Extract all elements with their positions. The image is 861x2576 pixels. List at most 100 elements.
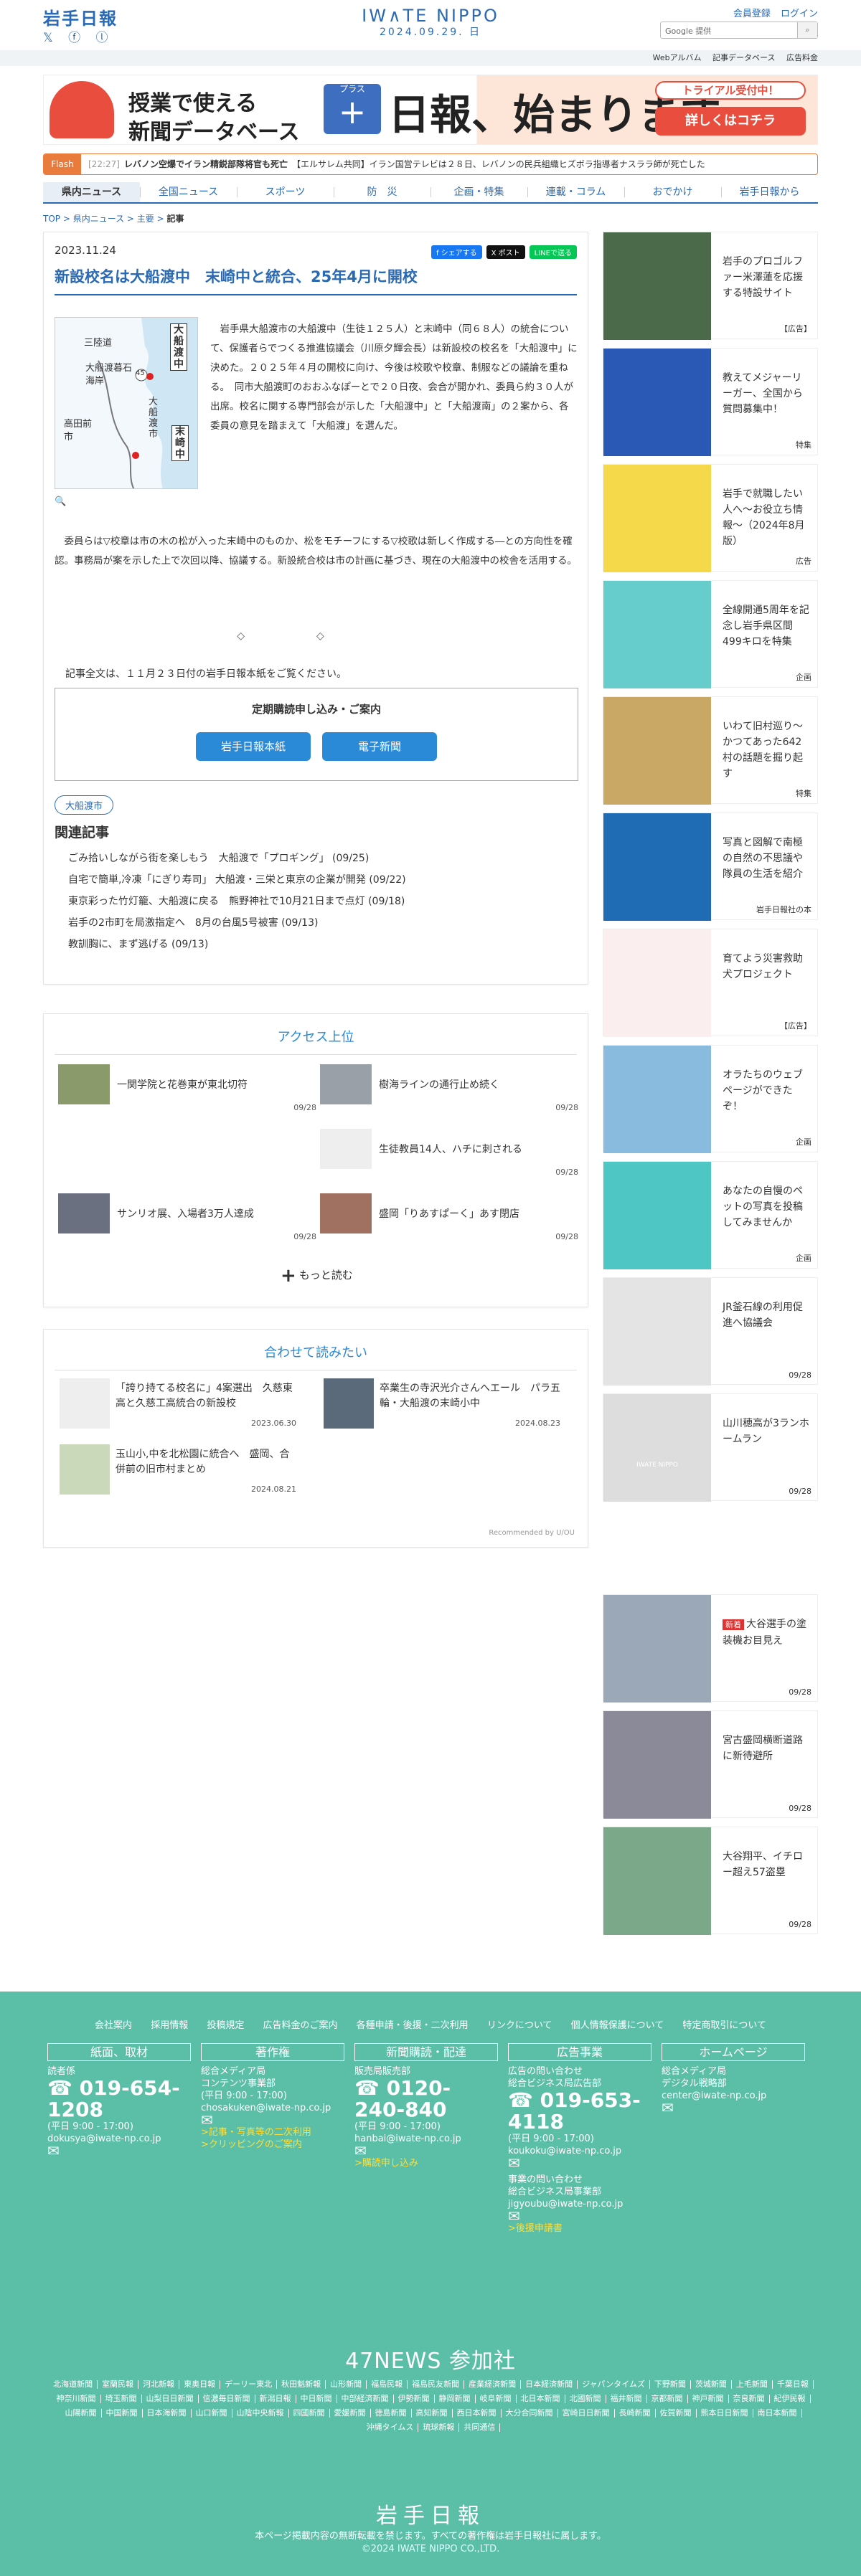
related-item[interactable]: 岩手の2市町を局激指定へ 8月の台風5号被害 (09/13) [68,912,406,934]
member-paper-link[interactable]: 長崎新聞 [615,2409,656,2418]
member-paper-link[interactable]: 室蘭民報 [98,2380,139,2389]
ranking-item[interactable]: サンリオ展、入場者3万人達成 09/28 [58,1193,316,1244]
sidebar-item[interactable]: 育てよう災害救助犬プロジェクト 【広告】 [603,929,818,1037]
email-link[interactable]: koukoku@iwate-np.co.jp [508,2145,651,2157]
member-paper-link[interactable]: 中国新聞 [102,2409,143,2418]
article-map[interactable]: 三陸道 大船渡暮石海岸 大船渡市 高田前市 大船渡中 末崎中 45 [55,317,198,489]
sidebar-item[interactable]: 宮古盛岡横断道路に新待避所 09/28 [603,1710,818,1819]
ranking-item[interactable]: 一関学院と花巻東が東北切符 09/28 [58,1064,316,1114]
nav-sports[interactable]: スポーツ [237,182,334,202]
sidebar-item[interactable]: 岩手で就職したい人へ〜お役立ち情報〜（2024年8月版） 広告 [603,464,818,572]
email-link[interactable]: jigyoubu@iwate-np.co.jp [508,2198,651,2210]
member-paper-link[interactable]: デーリー東北 [220,2380,278,2389]
nav-columns[interactable]: 連載・コラム [527,182,624,202]
footer-logo[interactable]: 岩手日報 [0,2498,861,2529]
email-link[interactable]: hanbai@iwate-np.co.jp [354,2133,498,2145]
member-paper-link[interactable]: 紀伊民報 [770,2395,811,2403]
member-paper-link[interactable]: 山陰中央新報 [232,2409,289,2418]
member-paper-link[interactable]: 共同通信 [459,2423,501,2432]
member-paper-link[interactable]: 山陽新聞 [61,2409,102,2418]
sidebar-item[interactable]: 大谷翔平、イチロー超え57盗塁 09/28 [603,1827,818,1935]
sidebar-item[interactable]: 岩手のプロゴルファー米澤蓮を応援する特設サイト 【広告】 [603,232,818,340]
member-paper-link[interactable]: 北國新聞 [565,2395,606,2403]
member-paper-link[interactable]: 四國新聞 [289,2409,330,2418]
member-paper-link[interactable]: 中日新聞 [296,2395,337,2403]
member-paper-link[interactable]: 神戸新聞 [688,2395,729,2403]
related-item[interactable]: 東京彩った竹灯籠、大船渡に戻る 熊野神社で10月21日まで点灯 (09/18) [68,891,406,912]
member-paper-link[interactable]: 神奈川新聞 [52,2395,101,2403]
member-paper-link[interactable]: ジャパンタイムズ [578,2380,650,2389]
subscribe-link[interactable]: >購読申し込み [354,2157,498,2169]
sidebar-item[interactable]: 全線開通5周年を記念し岩手県区間499キロを特集 企画 [603,580,818,688]
social-icons[interactable]: 𝕏 ⓕ ⓛ [43,27,114,45]
member-paper-link[interactable]: 愛媛新聞 [330,2409,371,2418]
related-item[interactable]: 教訓胸に、まず逃げる (09/13) [68,934,406,955]
crumb-main[interactable]: 主要 [137,214,154,224]
flash-news[interactable]: Flash [22:27] レバノン空爆でイラン精鋭部隊将官も死亡 【エルサレム共… [43,153,818,175]
member-paper-link[interactable]: 福井新聞 [606,2395,647,2403]
member-paper-link[interactable]: 千葉日報 [773,2380,814,2389]
member-paper-link[interactable]: 西日本新聞 [453,2409,502,2418]
member-paper-link[interactable]: 秋田魁新報 [277,2380,326,2389]
read-more-button[interactable]: + もっと読む [281,1265,353,1287]
sponsor-form-link[interactable]: >後援申請書 [508,2222,651,2235]
email-link[interactable]: dokusya@iwate-np.co.jp [47,2133,191,2145]
email-link[interactable]: center@iwate-np.co.jp [662,2090,805,2102]
member-paper-link[interactable]: 日本海新聞 [143,2409,192,2418]
footer-link[interactable]: 採用情報 [151,2020,188,2031]
sidebar-item[interactable]: いわて旧村巡り〜かつてあった642村の話題を掘り起す 特集 [603,696,818,805]
member-paper-link[interactable]: 沖縄タイムス [362,2423,419,2432]
phone-number[interactable]: ☎ 0120-240-840 [354,2078,498,2121]
digital-subscribe-button[interactable]: 電子新聞 [322,732,437,761]
member-paper-link[interactable]: 日本経済新聞 [521,2380,578,2389]
member-paper-link[interactable]: 徳島新聞 [371,2409,412,2418]
member-paper-link[interactable]: 産業経済新聞 [464,2380,522,2389]
related-item[interactable]: 自宅で簡単,冷凍「にぎり寿司」 大船渡・三栄と東京の企業が開発 (09/22) [68,869,406,891]
member-paper-link[interactable]: 中部経済新聞 [337,2395,394,2403]
member-paper-link[interactable]: 山形新聞 [326,2380,367,2389]
member-paper-link[interactable]: 新潟日報 [255,2395,296,2403]
crumb-top[interactable]: TOP [43,214,60,224]
reuse-link[interactable]: >記事・写真等の二次利用 [201,2126,344,2139]
footer-link[interactable]: 個人情報保護について [571,2020,664,2031]
nav-outing[interactable]: おでかけ [624,182,721,202]
sidebar-item[interactable]: 教えてメジャーリーガー、全国から質問募集中！ 特集 [603,348,818,456]
email-link[interactable]: chosakuken@iwate-np.co.jp [201,2102,344,2114]
member-paper-link[interactable]: 茨城新聞 [691,2380,732,2389]
sidebar-item[interactable]: あなたの自慢のペットの写真を投稿してみませんか 企画 [603,1161,818,1269]
member-paper-link[interactable]: 埼玉新聞 [101,2395,142,2403]
promo-banner[interactable]: 授業で使える 新聞データベース プラス + 日報、始まります。 トライアル受付中！… [43,75,818,145]
footer-link[interactable]: 各種申請・後援・二次利用 [357,2020,469,2031]
search-icon[interactable]: ⌕ [797,22,817,38]
flash-text[interactable]: [22:27] レバノン空爆でイラン精鋭部隊将官も死亡 【エルサレム共同】イラン国… [88,154,705,174]
paper-subscribe-button[interactable]: 岩手日報本紙 [196,732,311,761]
clipping-link[interactable]: >クリッピングのご案内 [201,2139,344,2151]
member-paper-link[interactable]: 南日本新聞 [753,2409,802,2418]
banner-more-button[interactable]: 詳しくはコチラ [655,107,806,136]
footer-link[interactable]: 特定商取引について [682,2020,766,2031]
member-paper-link[interactable]: 山梨日日新聞 [142,2395,199,2403]
member-paper-link[interactable]: 宮崎日日新聞 [558,2409,615,2418]
facebook-share-button[interactable]: f シェアする [430,245,482,259]
nav-features[interactable]: 企画・特集 [430,182,527,202]
web-album-link[interactable]: Webアルバム [653,53,702,62]
member-paper-link[interactable]: 山口新聞 [192,2409,232,2418]
sidebar-item[interactable]: オラたちのウェブページができたぞ！ 企画 [603,1045,818,1153]
member-paper-link[interactable]: 下野新聞 [650,2380,691,2389]
sidebar-item[interactable]: JR釜石線の利用促進へ協議会 09/28 [603,1277,818,1386]
footer-link[interactable]: 投稿規定 [207,2020,244,2031]
member-paper-link[interactable]: 奈良新聞 [729,2395,770,2403]
topic-tag[interactable]: 大船渡市 [55,795,114,815]
zoom-icon[interactable]: 🔍 [55,496,66,507]
nav-national-news[interactable]: 全国ニュース [140,182,237,202]
line-share-button[interactable]: LINEで送る [529,245,577,259]
member-paper-link[interactable]: 大分合同新聞 [502,2409,558,2418]
article-db-link[interactable]: 記事データベース [712,53,775,62]
ranking-item[interactable]: 樹海ラインの通行止め続く 09/28 [320,1064,578,1114]
crumb-news[interactable]: 県内ニュース [73,214,124,224]
nav-disaster[interactable]: 防 災 [334,182,430,202]
sidebar-item[interactable]: IWATE NIPPO 山川穂高が3ランホームラン 09/28 [603,1393,818,1502]
recommended-item[interactable]: 卒業生の寺沢光介さんへエール パラ五輪・大船渡の末崎小中 2024.08.23 [324,1378,560,1436]
member-paper-link[interactable]: 福島民友新聞 [408,2380,465,2389]
member-paper-link[interactable]: 琉球新報 [418,2423,460,2432]
